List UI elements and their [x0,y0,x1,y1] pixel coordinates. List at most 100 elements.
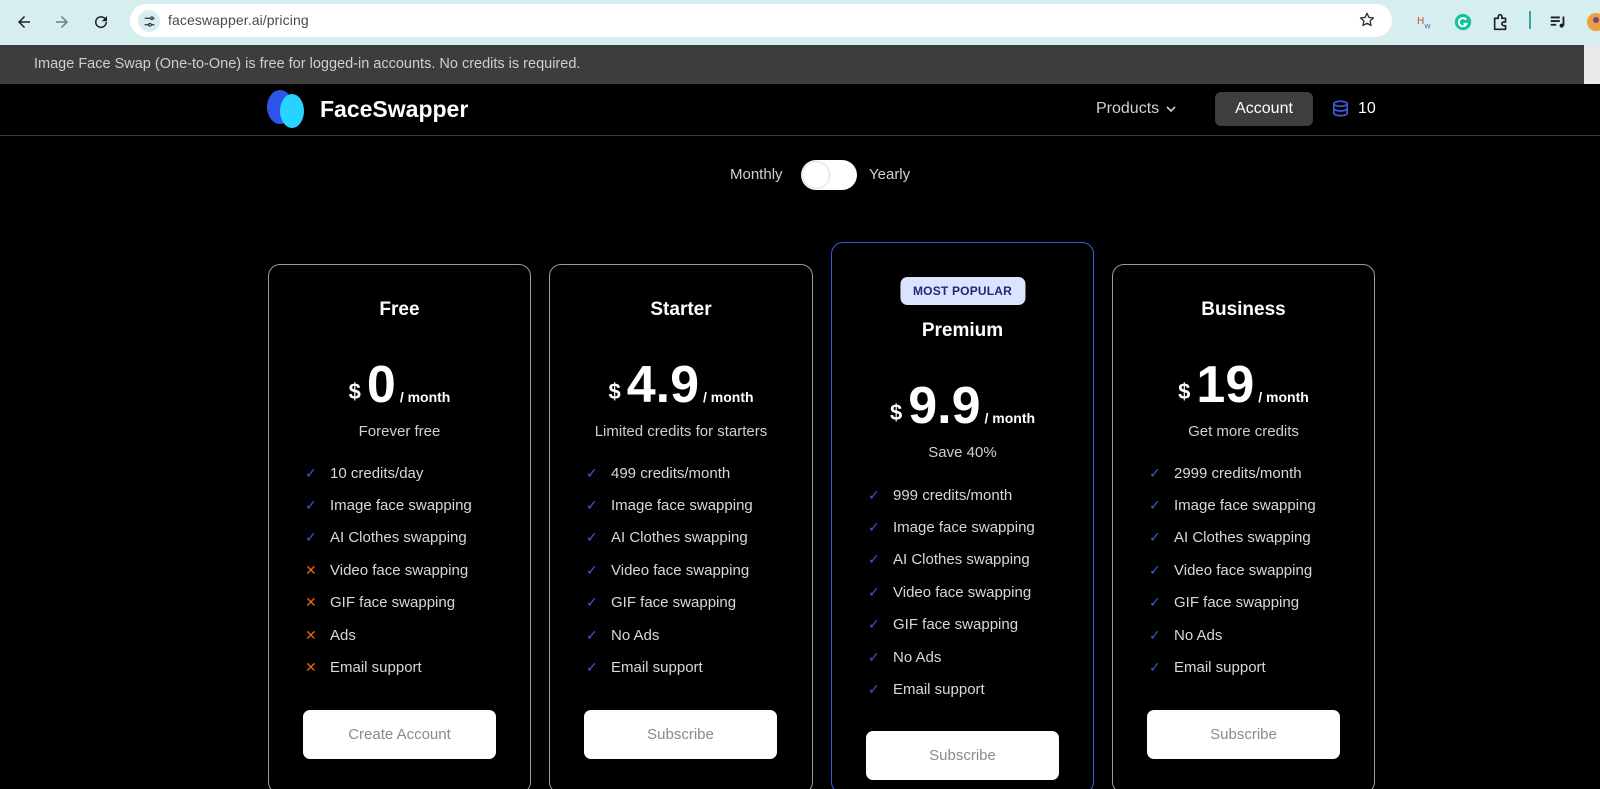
browser-toolbar: faceswapper.ai/pricing Hw [0,0,1600,45]
brand-name[interactable]: FaceSwapper [320,96,468,123]
check-icon: ✓ [1149,626,1161,643]
subscribe-button[interactable]: Subscribe [866,731,1059,780]
feature-text: Video face swapping [1174,561,1313,579]
feature-text: GIF face swapping [893,616,1019,634]
bookmark-star-icon[interactable] [1358,11,1376,29]
extension-hw-icon[interactable]: Hw [1414,11,1436,33]
feature-item: ✓ Video face swapping [868,576,1035,608]
currency-symbol: $ [1178,379,1191,404]
feature-item: ✓ GIF face swapping [586,587,753,619]
forward-arrow-icon[interactable] [48,8,76,36]
check-icon: ✓ [1149,529,1161,546]
cross-icon: ✕ [305,659,317,676]
feature-item: ✕ Video face swapping [305,554,472,586]
feature-item: ✓ 999 credits/month [868,479,1035,511]
feature-item: ✓ Image face swapping [1149,489,1316,521]
feature-text: Email support [893,681,985,699]
announcement-text: Image Face Swap (One-to-One) is free for… [34,56,581,72]
feature-item: ✓ No Ads [586,619,753,651]
account-button[interactable]: Account [1215,92,1313,126]
most-popular-badge: MOST POPULAR [899,277,1026,305]
billing-toggle: Monthly Yearly [0,158,1600,192]
url-text: faceswapper.ai/pricing [168,12,309,28]
cross-icon: ✕ [305,626,317,643]
grammarly-icon[interactable] [1452,11,1474,33]
check-icon: ✓ [868,616,880,633]
feature-item: ✓ Image face swapping [868,511,1035,543]
check-icon: ✓ [868,519,880,536]
reload-icon[interactable] [87,8,115,36]
feature-text: AI Clothes swapping [611,529,748,547]
currency-symbol: $ [348,379,361,404]
price-amount: 19 [1196,356,1255,414]
check-icon: ✓ [305,497,317,514]
billing-period-switch[interactable] [801,160,857,190]
plan-card-premium: MOST POPULAR Premium $ 9.9 / month Save … [831,242,1094,789]
price-amount: 0 [366,356,396,414]
site-header: FaceSwapper Products Account 10 [0,84,1600,136]
subscribe-button[interactable]: Subscribe [584,710,777,759]
feature-text: Image face swapping [611,497,753,515]
subscribe-button[interactable]: Subscribe [1147,710,1340,759]
check-icon: ✓ [868,583,880,600]
products-menu[interactable]: Products [1096,100,1177,118]
feature-text: Image face swapping [893,519,1035,537]
feature-text: 10 credits/day [330,464,424,482]
feature-text: Video face swapping [611,561,750,579]
price-amount: 9.9 [908,377,981,435]
feature-item: ✕ Ads [305,619,472,651]
feature-item: ✓ No Ads [868,641,1035,673]
feature-text: Email support [1174,659,1266,677]
feature-item: ✓ AI Clothes swapping [1149,522,1316,554]
feature-text: GIF face swapping [330,594,456,612]
media-controls-icon[interactable] [1547,11,1569,33]
plan-subtitle: Limited credits for starters [594,423,768,440]
check-icon: ✓ [586,594,598,611]
monthly-label[interactable]: Monthly [730,166,783,183]
coins-icon [1332,100,1349,117]
yearly-label[interactable]: Yearly [869,166,910,183]
feature-text: Image face swapping [330,497,472,515]
back-arrow-icon[interactable] [10,8,38,36]
cross-icon: ✕ [305,594,317,611]
address-bar[interactable]: faceswapper.ai/pricing [130,4,1392,37]
feature-item: ✓ Image face swapping [305,489,472,521]
feature-item: ✓ AI Clothes swapping [586,522,753,554]
plan-price: $ 4.9 / month [550,359,812,411]
feature-item: ✓ Email support [1149,651,1316,683]
check-icon: ✓ [868,681,880,698]
check-icon: ✓ [868,551,880,568]
faceswapper-logo-icon[interactable] [264,89,308,129]
feature-list: ✓ 2999 credits/month ✓ Image face swapping… [1149,457,1316,684]
feature-item: ✓ 2999 credits/month [1149,457,1316,489]
feature-item: ✓ AI Clothes swapping [305,522,472,554]
feature-list: ✓ 499 credits/month ✓ Image face swapping … [586,457,753,684]
feature-item: ✓ Image face swapping [586,489,753,521]
check-icon: ✓ [586,464,598,481]
plan-card-free: Free $ 0 / month Forever free ✓ 10 credit… [268,264,531,789]
site-settings-icon[interactable] [138,10,160,32]
create-account-button[interactable]: Create Account [303,710,496,759]
check-icon: ✓ [305,529,317,546]
credits-balance[interactable]: 10 [1331,99,1376,118]
chevron-down-icon [1166,106,1176,113]
plan-name: Business [1201,299,1286,320]
check-icon: ✓ [586,497,598,514]
check-icon: ✓ [586,659,598,676]
extensions-puzzle-icon[interactable] [1490,11,1512,33]
feature-item: ✓ 499 credits/month [586,457,753,489]
check-icon: ✓ [586,626,598,643]
cross-icon: ✕ [305,561,317,578]
feature-item: ✓ Email support [868,673,1035,705]
profile-avatar-icon[interactable] [1584,11,1600,33]
feature-text: 499 credits/month [611,464,731,482]
svg-text:w: w [1424,20,1431,30]
announcement-bar: Image Face Swap (One-to-One) is free for… [0,45,1600,84]
price-period: / month [399,389,451,405]
feature-item: ✓ GIF face swapping [1149,587,1316,619]
feature-text: Email support [330,659,422,677]
scrollbar[interactable] [1584,45,1600,84]
feature-text: No Ads [611,626,660,644]
feature-list: ✓ 999 credits/month ✓ Image face swapping … [868,479,1035,706]
plan-subtitle: Forever free [358,423,441,440]
